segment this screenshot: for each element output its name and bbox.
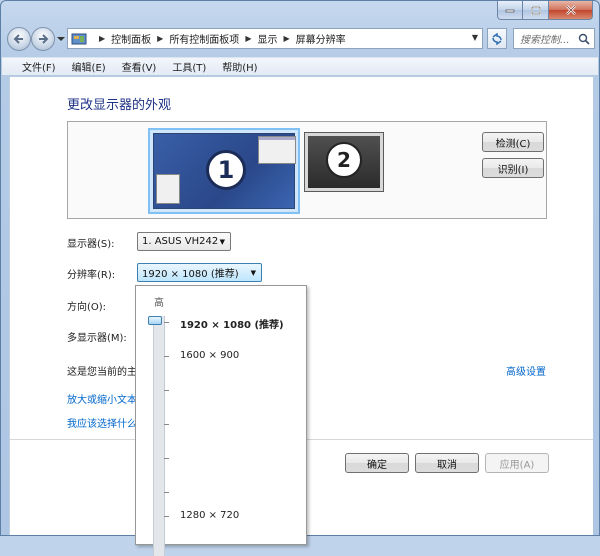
text-size-link[interactable]: 放大或缩小文本: [67, 391, 137, 406]
address-dropdown-icon[interactable]: ▼: [472, 33, 478, 42]
breadcrumb-display[interactable]: 显示: [257, 31, 277, 46]
display-select[interactable]: 1. ASUS VH242 ▼: [137, 232, 231, 251]
resolution-option-1920[interactable]: 1920 × 1080 (推荐): [180, 316, 284, 331]
window-thumbnail: [258, 136, 296, 164]
identify-button[interactable]: 识别(I): [482, 158, 544, 178]
page-title: 更改显示器的外观: [67, 98, 172, 113]
menu-bar: 文件(F) 编辑(E) 查看(V) 工具(T) 帮助(H): [2, 57, 598, 76]
breadcrumb-all-items[interactable]: 所有控制面板项: [169, 31, 239, 46]
minimize-button[interactable]: [497, 1, 523, 20]
resolution-slider-thumb[interactable]: [148, 316, 162, 325]
apply-button: 应用(A): [485, 453, 549, 473]
refresh-button[interactable]: [487, 28, 507, 49]
monitor-1-screen: 1: [153, 133, 296, 209]
search-icon[interactable]: [578, 33, 590, 45]
monitor-2-number: 2: [326, 142, 362, 178]
maximize-icon: [530, 5, 541, 15]
breadcrumb-separator: ▶: [99, 34, 106, 43]
chevron-down-icon: ▼: [250, 269, 256, 277]
monitor-2-screen: 2: [308, 136, 380, 188]
navigation-bar: ▶ 控制面板 ▶ 所有控制面板项 ▶ 显示 ▶ 屏幕分辨率 ▼ 搜索控制...: [7, 25, 595, 55]
cancel-button[interactable]: 取消: [415, 453, 479, 473]
desktop-icons-thumbnail: [156, 174, 180, 204]
display-select-value: 1. ASUS VH242: [142, 236, 219, 247]
breadcrumb-resolution[interactable]: 屏幕分辨率: [296, 31, 346, 46]
control-panel-window: ▶ 控制面板 ▶ 所有控制面板项 ▶ 显示 ▶ 屏幕分辨率 ▼ 搜索控制... …: [0, 0, 600, 556]
search-box[interactable]: 搜索控制...: [513, 28, 595, 49]
slider-tick: [164, 424, 169, 425]
menu-help[interactable]: 帮助(H): [222, 59, 257, 74]
slider-tick: [164, 322, 169, 323]
back-arrow-icon: [13, 34, 23, 44]
orientation-label: 方向(O):: [67, 302, 107, 313]
breadcrumb-separator: ▶: [283, 34, 290, 43]
search-input[interactable]: 搜索控制...: [520, 31, 578, 46]
advanced-settings-link[interactable]: 高级设置: [506, 363, 546, 378]
slider-tick: [164, 390, 169, 391]
menu-file[interactable]: 文件(F): [22, 59, 56, 74]
resolution-option-1280[interactable]: 1280 × 720: [180, 510, 239, 521]
minimize-icon: [505, 9, 515, 13]
monitor-arrangement: 1 2 检测(C) 识别(I): [67, 121, 547, 219]
resolution-slider-track[interactable]: [153, 316, 169, 556]
maximize-button[interactable]: [523, 1, 549, 20]
recent-pages-chevron-icon[interactable]: [57, 35, 65, 43]
slider-tick: [164, 458, 169, 459]
multiple-displays-label: 多显示器(M):: [67, 333, 127, 344]
resolution-label: 分辨率(R):: [67, 270, 116, 281]
menu-view[interactable]: 查看(V): [122, 59, 157, 74]
menu-tools[interactable]: 工具(T): [172, 59, 206, 74]
monitor-2[interactable]: 2: [304, 132, 384, 192]
slider-tick: [164, 356, 169, 357]
resolution-select[interactable]: 1920 × 1080 (推荐) ▼: [137, 263, 262, 282]
high-label: 高: [154, 298, 164, 309]
refresh-icon: [492, 32, 502, 45]
resolution-dropdown: 高 1920 × 1080 (推荐) 1600 × 900 1280 × 720: [135, 285, 307, 556]
resolution-option-1600[interactable]: 1600 × 900: [180, 350, 239, 361]
slider-tick: [164, 492, 169, 493]
breadcrumb-control-panel[interactable]: 控制面板: [111, 31, 151, 46]
monitor-1[interactable]: 1: [148, 128, 300, 214]
which-settings-link[interactable]: 我应该选择什么: [67, 415, 137, 430]
display-label: 显示器(S):: [67, 239, 115, 250]
close-icon: [565, 5, 576, 15]
menu-edit[interactable]: 编辑(E): [72, 59, 106, 74]
forward-button[interactable]: [31, 27, 55, 51]
caption-buttons: [497, 1, 593, 20]
back-button[interactable]: [7, 27, 31, 51]
current-display-text: 这是您当前的主: [67, 367, 137, 378]
breadcrumb-separator: ▶: [157, 34, 164, 43]
monitor-1-number: 1: [206, 150, 246, 190]
chevron-down-icon: ▼: [219, 238, 225, 246]
resolution-select-value: 1920 × 1080 (推荐): [142, 269, 239, 280]
detect-button[interactable]: 检测(C): [482, 132, 544, 152]
control-panel-icon: [71, 33, 87, 44]
forward-arrow-icon: [39, 34, 49, 44]
breadcrumb-separator: ▶: [245, 34, 252, 43]
close-button[interactable]: [549, 1, 593, 20]
ok-button[interactable]: 确定: [345, 453, 409, 473]
address-bar[interactable]: ▶ 控制面板 ▶ 所有控制面板项 ▶ 显示 ▶ 屏幕分辨率 ▼: [67, 28, 483, 49]
slider-tick: [164, 516, 169, 517]
